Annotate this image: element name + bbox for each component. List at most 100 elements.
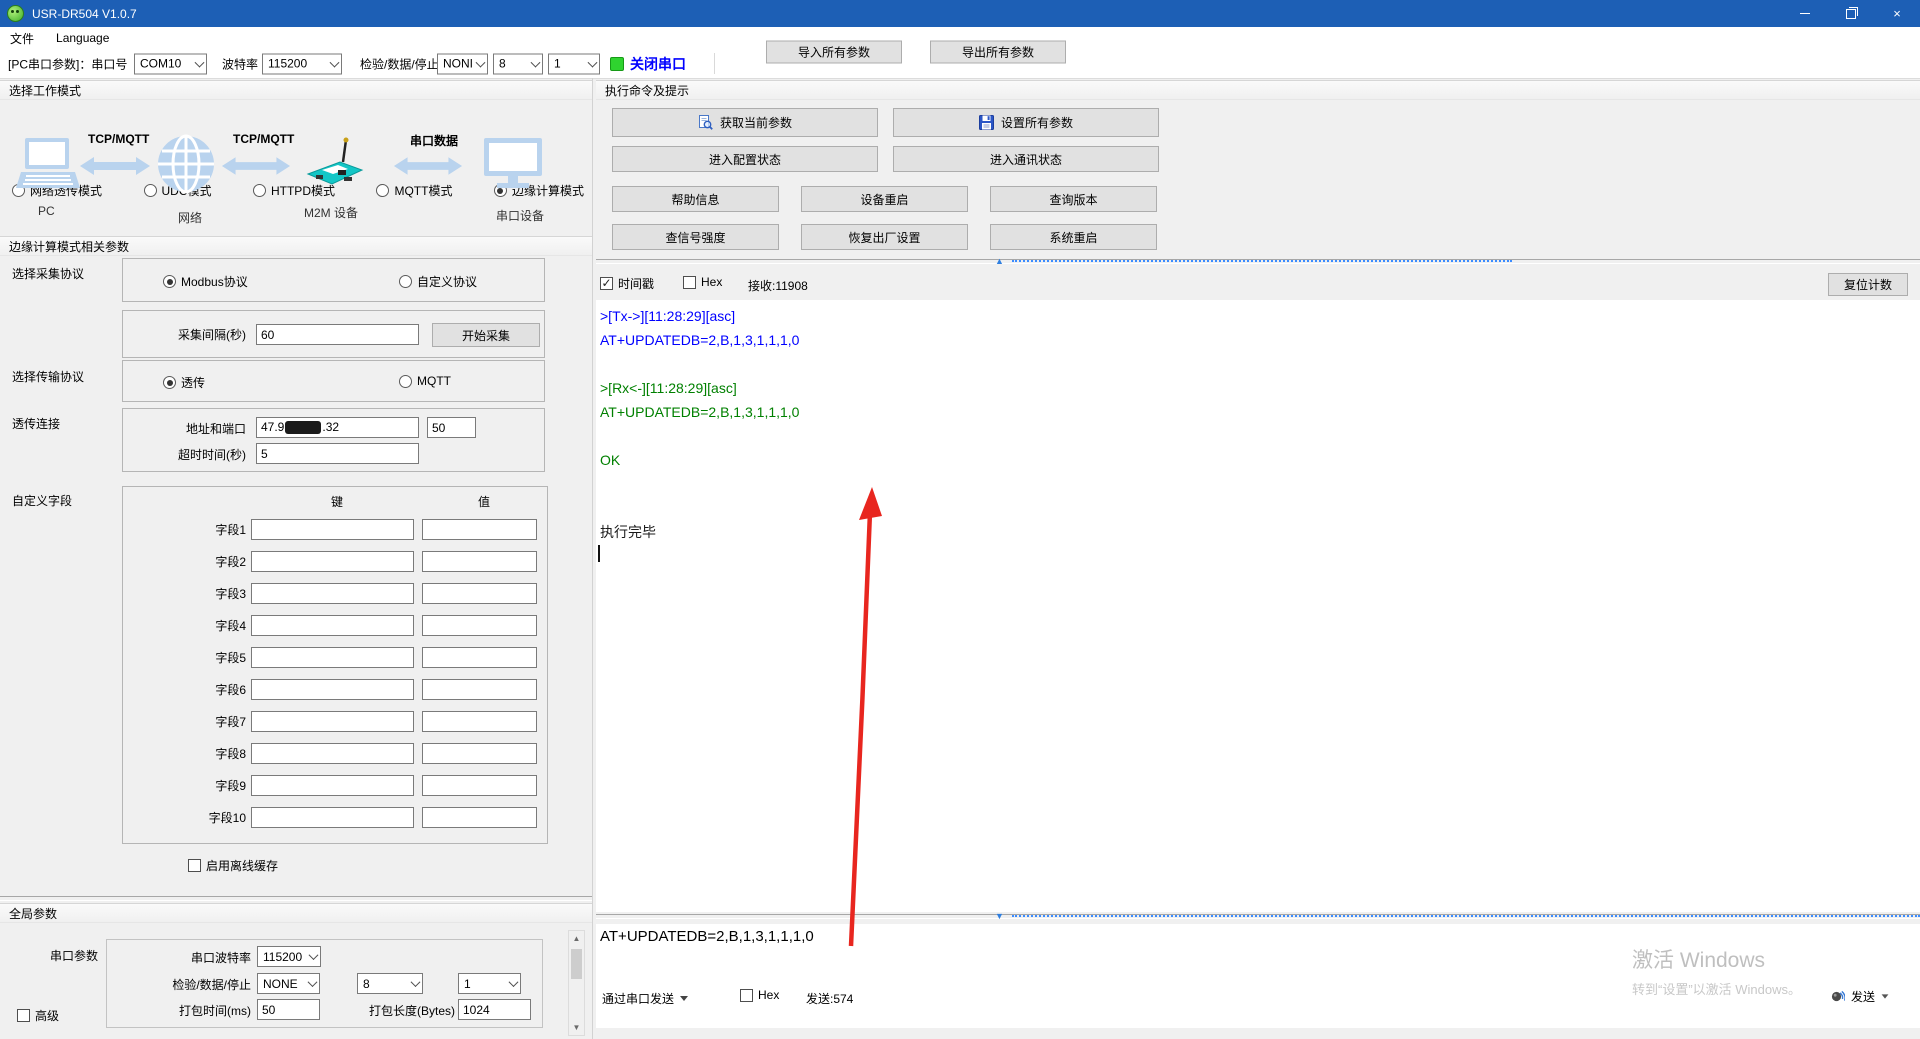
radio-icon[interactable] [253, 184, 266, 197]
cmd-button-r4-3[interactable]: 系统重启 [990, 224, 1157, 250]
scroll-up-icon[interactable]: ▲ [569, 931, 584, 946]
export-all-params-button[interactable]: 导出所有参数 [930, 41, 1066, 64]
packlen-input[interactable] [458, 999, 531, 1020]
modbus-protocol-option[interactable]: Modbus协议 [163, 273, 248, 290]
field-value-input-3[interactable] [422, 583, 537, 604]
cmd-button-r2-2[interactable]: 进入通讯状态 [893, 146, 1159, 172]
field-key-input-1[interactable] [251, 519, 414, 540]
menu-file[interactable]: 文件 [10, 30, 34, 47]
parity-select[interactable]: NONI [437, 53, 488, 74]
radio-icon[interactable] [399, 275, 412, 288]
recv-hex-checkbox[interactable]: Hex [683, 275, 722, 289]
field-key-input-6[interactable] [251, 679, 414, 700]
timestamp-checkbox[interactable]: 时间戳 [600, 275, 654, 292]
server-port-input[interactable] [427, 417, 476, 438]
transport-protocol-box: 透传 MQTT [122, 360, 545, 402]
field-value-input-9[interactable] [422, 775, 537, 796]
com-port-select[interactable]: COM10 [134, 53, 207, 74]
arrow-left-right-icon [78, 155, 152, 177]
field-key-input-5[interactable] [251, 647, 414, 668]
stopbits-select[interactable]: 1 [548, 53, 600, 74]
collect-interval-box: 采集间隔(秒) 开始采集 [122, 310, 545, 358]
cmd-button-label: 进入配置状态 [709, 151, 781, 168]
checkbox-icon[interactable] [188, 859, 201, 872]
field-value-input-1[interactable] [422, 519, 537, 540]
packtime-input[interactable] [257, 999, 320, 1020]
offline-cache-checkbox[interactable]: 启用离线缓存 [188, 857, 278, 874]
cmd-button-r1-1[interactable]: 获取当前参数 [612, 108, 878, 137]
restore-button[interactable] [1828, 0, 1874, 27]
import-all-params-button[interactable]: 导入所有参数 [766, 41, 902, 64]
cmd-button-r1-2[interactable]: 设置所有参数 [893, 108, 1159, 137]
passthrough-option[interactable]: 透传 [163, 374, 205, 391]
field-key-input-9[interactable] [251, 775, 414, 796]
radio-selected-icon[interactable] [163, 376, 176, 389]
server-address-input[interactable]: 47.9.32 [256, 417, 419, 438]
minimize-button[interactable] [1782, 0, 1828, 27]
radio-selected-icon[interactable] [163, 275, 176, 288]
cmd-button-r3-2[interactable]: 设备重启 [801, 186, 968, 212]
splitter-collapse-down-icon[interactable]: ▼ [995, 912, 1004, 921]
g-stopbits-select[interactable]: 1 [458, 973, 521, 994]
splitter-dots[interactable] [1012, 915, 1920, 917]
field-key-input-8[interactable] [251, 743, 414, 764]
send-hex-checkbox[interactable]: Hex [740, 988, 779, 1002]
receive-log-area[interactable]: >[Tx->][11:28:29][asc]AT+UPDATEDB=2,B,1,… [596, 300, 1920, 912]
scroll-down-icon[interactable]: ▼ [569, 1020, 584, 1035]
timeout-input[interactable] [256, 443, 419, 464]
scrollbar-thumb[interactable] [571, 949, 582, 979]
radio-icon[interactable] [376, 184, 389, 197]
field-value-input-6[interactable] [422, 679, 537, 700]
g-baud-select[interactable]: 115200 [257, 946, 321, 967]
mqtt-transport-option[interactable]: MQTT [399, 374, 451, 388]
left-splitter-bar[interactable] [0, 896, 592, 901]
field-label: 字段8 [123, 745, 251, 762]
cmd-button-r3-1[interactable]: 帮助信息 [612, 186, 779, 212]
custom-protocol-option[interactable]: 自定义协议 [399, 273, 477, 290]
field-key-input-10[interactable] [251, 807, 414, 828]
send-input-area[interactable]: AT+UPDATEDB=2,B,1,3,1,1,1,0 通过串口发送 Hex 发… [596, 924, 1920, 1028]
start-collect-button[interactable]: 开始采集 [432, 323, 540, 347]
cmd-button-label: 查询版本 [1049, 191, 1097, 208]
radio-icon[interactable] [144, 184, 157, 197]
field-key-input-7[interactable] [251, 711, 414, 732]
close-button[interactable]: × [1874, 0, 1920, 27]
field-value-input-10[interactable] [422, 807, 537, 828]
field-value-input-4[interactable] [422, 615, 537, 636]
minimize-icon [1800, 13, 1810, 14]
close-port-button[interactable]: 关闭串口 [630, 54, 686, 74]
checkbox-icon[interactable] [740, 989, 753, 1002]
checkbox-icon[interactable] [683, 276, 696, 289]
cmd-button-r2-1[interactable]: 进入配置状态 [612, 146, 878, 172]
left-vertical-scrollbar[interactable]: ▲ ▼ [568, 930, 585, 1036]
cmd-button-r4-1[interactable]: 查信号强度 [612, 224, 779, 250]
field-key-input-2[interactable] [251, 551, 414, 572]
g-parity-select[interactable]: NONE [257, 973, 320, 994]
reset-counter-button[interactable]: 复位计数 [1828, 273, 1908, 296]
send-command-text[interactable]: AT+UPDATEDB=2,B,1,3,1,1,1,0 [600, 928, 814, 945]
checkbox-icon[interactable] [17, 1009, 30, 1022]
field-value-input-7[interactable] [422, 711, 537, 732]
menu-language[interactable]: Language [56, 31, 109, 45]
field-value-input-5[interactable] [422, 647, 537, 668]
advanced-checkbox[interactable]: 高级 [17, 1007, 59, 1024]
cmd-button-r3-3[interactable]: 查询版本 [990, 186, 1157, 212]
field-value-input-8[interactable] [422, 743, 537, 764]
work-mode-option-4[interactable]: MQTT模式 [376, 182, 452, 199]
cmd-button-label: 进入通讯状态 [990, 151, 1062, 168]
databits-select[interactable]: 8 [493, 53, 543, 74]
toolbar: [PC串口参数]：串口号 COM10 波特率 115200 检验/数据/停止 N… [0, 49, 1920, 79]
splitter-dots[interactable] [1012, 260, 1512, 262]
send-button[interactable]: 发送 [1830, 988, 1889, 1005]
field-value-input-2[interactable] [422, 551, 537, 572]
field-key-input-4[interactable] [251, 615, 414, 636]
splitter-collapse-up-icon[interactable]: ▲ [995, 257, 1004, 266]
radio-icon[interactable] [399, 375, 412, 388]
field-key-input-3[interactable] [251, 583, 414, 604]
collect-interval-input[interactable] [256, 324, 419, 345]
checkbox-icon[interactable] [600, 277, 613, 290]
baud-select[interactable]: 115200 [262, 53, 342, 74]
send-via-serial-dropdown[interactable]: 通过串口发送 [602, 990, 688, 1007]
g-databits-select[interactable]: 8 [357, 973, 423, 994]
cmd-button-r4-2[interactable]: 恢复出厂设置 [801, 224, 968, 250]
